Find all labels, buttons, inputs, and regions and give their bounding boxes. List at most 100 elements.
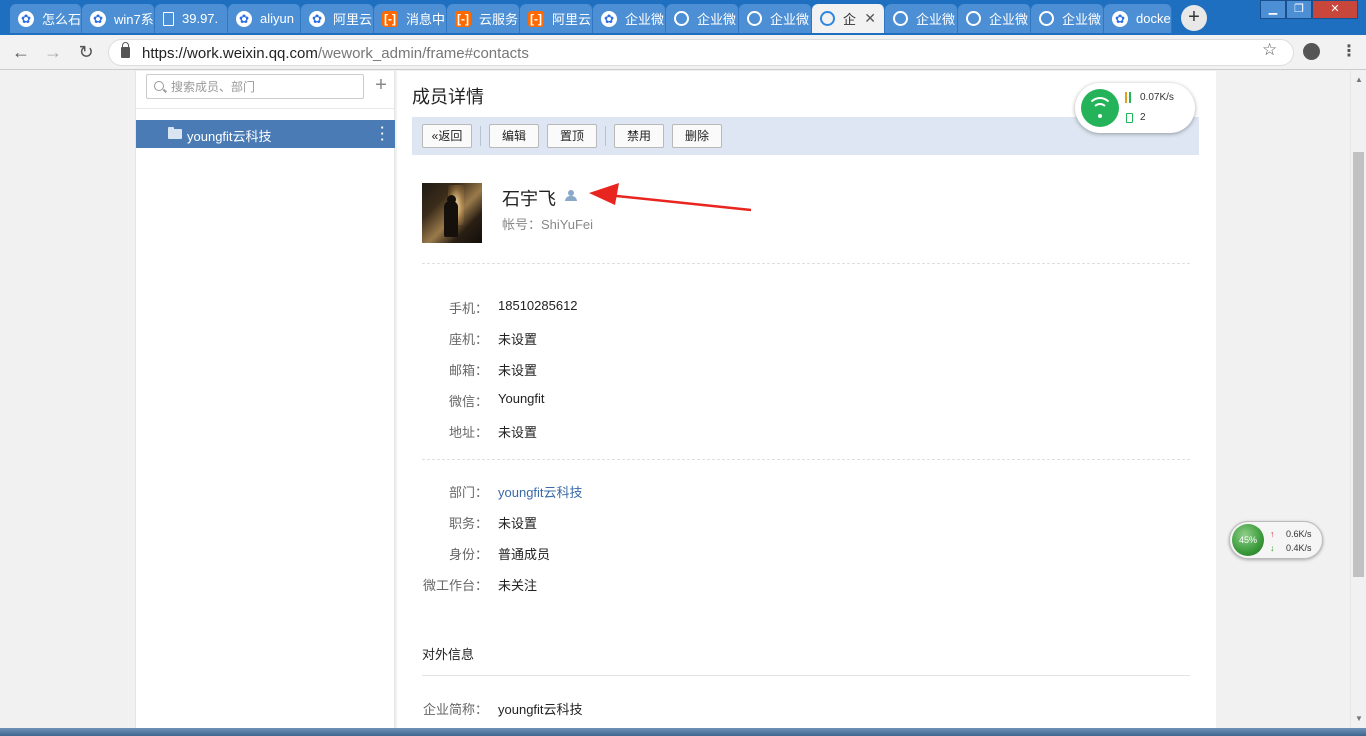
member-detail-panel: 成员详情 «返回 编辑 置顶 禁用 删除 石宇飞 帐号：ShiYuFei 手机：… [397, 71, 1216, 728]
wework-icon [893, 11, 908, 26]
browser-tab-active[interactable]: 企 ✕ [812, 4, 885, 33]
field-label-phone: 手机： [448, 301, 488, 316]
baidu-paw-icon: ✿ [601, 10, 617, 27]
tab-label: docke [1136, 11, 1171, 26]
tab-label: 云服务 [479, 12, 519, 27]
browser-menu-icon[interactable]: ⋮ [1341, 41, 1357, 61]
tab-label: 企业微 [916, 12, 956, 27]
close-tab-icon[interactable]: ✕ [864, 10, 876, 27]
tab-label: aliyun [260, 11, 294, 26]
upload-arrow-icon: ↑ [1270, 529, 1275, 539]
wifi-icon [1081, 89, 1119, 127]
member-account: 帐号：ShiYuFei [502, 217, 594, 232]
browser-tab[interactable]: ✿ 阿里云 [301, 4, 374, 33]
bookmark-star-icon[interactable]: ☆ [1262, 40, 1277, 60]
edit-button[interactable]: 编辑 [489, 124, 539, 148]
field-value-address: 未设置 [498, 425, 538, 440]
divider [422, 675, 1190, 676]
department-item[interactable]: youngfit云科技 · · · [136, 120, 395, 148]
browser-tab[interactable]: ✿ aliyun [228, 4, 301, 33]
browser-tab[interactable]: 企业微 [885, 4, 958, 33]
system-monitor-widget[interactable]: 45% ↑ 0.6K/s ↓ 0.4K/s [1229, 521, 1323, 559]
browser-tab[interactable]: [-] 消息中 [374, 4, 447, 33]
back-arrow-icon[interactable]: ← [10, 41, 32, 63]
browser-tab[interactable]: 企业微 [666, 4, 739, 33]
wework-icon [1039, 11, 1054, 26]
close-window-icon[interactable]: ✕ [1312, 0, 1358, 19]
baidu-paw-icon: ✿ [90, 10, 106, 27]
department-link[interactable]: youngfit云科技 [498, 482, 583, 501]
pin-button[interactable]: 置顶 [547, 124, 597, 148]
toolbar-divider [480, 126, 481, 146]
scroll-down-icon[interactable]: ▼ [1355, 714, 1363, 723]
field-value-position: 未设置 [498, 516, 538, 531]
browser-tab-strip: ✿ 怎么石 ✿ win7系 39.97. ✿ aliyun ✿ 阿里云 [-] 消息中 [… [0, 0, 1366, 35]
person-icon [565, 190, 577, 202]
window-controls: ▁ ❐ ✕ [1260, 0, 1358, 19]
address-bar: ← → ↻ https://work.weixin.qq.com/wework_… [0, 35, 1366, 70]
download-arrow-icon: ↓ [1270, 543, 1275, 553]
contacts-sidebar: + youngfit云科技 ··· [135, 71, 395, 728]
device-count: 2 [1140, 112, 1146, 123]
field-label-wechat: 微信： [448, 394, 488, 409]
field-label-email: 邮箱： [448, 363, 488, 378]
network-speed: 0.07K/s [1140, 92, 1174, 103]
download-speed: 0.4K/s [1286, 543, 1312, 553]
field-label-landline: 座机： [448, 332, 488, 347]
department-label: youngfit云科技 [187, 129, 272, 144]
browser-tab[interactable]: ✿ 怎么石 [10, 4, 82, 33]
browser-tab[interactable]: [-] 云服务 [447, 4, 520, 33]
member-search[interactable] [146, 74, 364, 99]
search-input[interactable] [171, 78, 356, 96]
browser-tab[interactable]: [-] 阿里云 [520, 4, 593, 33]
lock-icon [121, 42, 130, 58]
scrollbar-thumb[interactable] [1353, 152, 1364, 577]
divider [422, 263, 1190, 264]
url-text[interactable]: https://work.weixin.qq.com/wework_admin/… [142, 45, 529, 62]
browser-tab[interactable]: 39.97. [155, 4, 228, 33]
field-value-phone: 18510285612 [498, 298, 578, 313]
forward-arrow-icon[interactable]: → [42, 41, 64, 63]
delete-button[interactable]: 删除 [672, 124, 722, 148]
url-omnibox[interactable]: https://work.weixin.qq.com/wework_admin/… [108, 39, 1294, 66]
divider [136, 108, 395, 109]
browser-tab[interactable]: 企业微 [1031, 4, 1104, 33]
network-monitor-widget[interactable]: 0.07K/s 2 [1075, 83, 1195, 133]
aliyun-icon: [-] [382, 10, 398, 27]
browser-tab[interactable]: ✿ win7系 [82, 4, 155, 33]
aliyun-icon: [-] [528, 10, 544, 27]
new-tab-button[interactable]: + [1181, 5, 1207, 31]
add-button[interactable]: + [372, 74, 390, 96]
os-taskbar [0, 728, 1366, 736]
field-label-department: 部门： [448, 485, 488, 500]
browser-tab[interactable]: 企业微 [958, 4, 1031, 33]
browser-tab[interactable]: ✿ docke [1104, 4, 1172, 33]
tab-label: 怎么石 [42, 12, 82, 27]
wework-icon [966, 11, 981, 26]
folder-icon [168, 127, 182, 139]
tab-label: 企业微 [770, 12, 810, 27]
page-scrollbar[interactable]: ▲ ▼ [1350, 71, 1366, 728]
avatar [422, 183, 482, 243]
minimize-icon[interactable]: ▁ [1260, 0, 1286, 19]
field-label-role: 身份： [448, 547, 488, 562]
url-host: https://work.weixin.qq.com [142, 45, 318, 62]
tab-label: 39.97. [182, 11, 219, 26]
restore-icon[interactable]: ❐ [1286, 0, 1312, 19]
transfer-icon [1125, 92, 1133, 103]
url-path: /wework_admin/frame#contacts [317, 45, 529, 62]
browser-tab[interactable]: ✿ 企业微 [593, 4, 666, 33]
back-button[interactable]: «返回 [422, 124, 472, 148]
reload-icon[interactable]: ↻ [75, 41, 97, 63]
external-info-heading: 对外信息 [422, 647, 475, 662]
disable-button[interactable]: 禁用 [614, 124, 664, 148]
browser-tab[interactable]: 企业微 [739, 4, 812, 33]
wework-icon [747, 11, 762, 26]
baidu-paw-icon: ✿ [18, 10, 34, 27]
tab-label: 消息中 [406, 12, 446, 27]
scroll-up-icon[interactable]: ▲ [1355, 75, 1363, 84]
more-options-icon[interactable]: · · · [379, 121, 385, 146]
field-value-workbench: 未关注 [498, 578, 538, 593]
field-label-position: 职务： [448, 516, 488, 531]
profile-avatar-icon[interactable] [1303, 43, 1320, 60]
